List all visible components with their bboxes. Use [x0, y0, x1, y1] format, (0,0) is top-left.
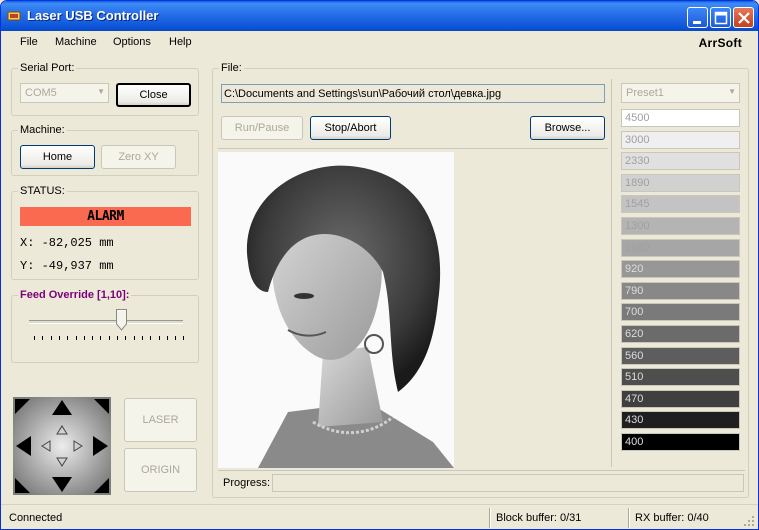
- browse-label: Browse...: [544, 122, 591, 134]
- jog-pad: [13, 397, 111, 495]
- slider-tick: [141, 336, 143, 340]
- serial-port-select[interactable]: COM5 ▼: [20, 83, 109, 103]
- chevron-down-icon: ▼: [97, 87, 105, 96]
- slider-tick: [58, 336, 60, 340]
- power-swatch[interactable]: 430: [621, 411, 740, 430]
- status-separator: [489, 508, 491, 528]
- stop-abort-label: Stop/Abort: [324, 122, 377, 134]
- menu-machine[interactable]: Machine: [55, 36, 97, 48]
- divider: [218, 148, 608, 149]
- feed-slider-thumb[interactable]: [115, 309, 127, 331]
- close-window-button[interactable]: [733, 7, 754, 28]
- run-pause-label: Run/Pause: [234, 122, 290, 134]
- slider-tick: [117, 336, 118, 340]
- file-label: File:: [219, 62, 244, 74]
- slider-tick: [166, 336, 168, 340]
- home-button[interactable]: Home: [20, 145, 95, 169]
- power-swatch[interactable]: 1545: [621, 195, 740, 214]
- power-swatch[interactable]: 1300: [621, 217, 740, 235]
- power-swatch[interactable]: 1080: [621, 238, 740, 257]
- origin-label: ORIGIN: [140, 464, 181, 476]
- feed-slider-track[interactable]: [29, 320, 183, 324]
- x-coordinate: X: -82,025 mm: [20, 236, 114, 250]
- power-swatch[interactable]: 1890: [621, 173, 740, 192]
- preset-value: Preset1: [626, 87, 664, 99]
- feed-override-group: Feed Override [1,10]:: [11, 289, 199, 363]
- slider-tick: [183, 336, 185, 340]
- file-path-field[interactable]: C:\Documents and Settings\sun\Рабочий ст…: [221, 84, 605, 103]
- laser-label: LASER: [142, 414, 179, 426]
- chevron-down-icon: ▼: [728, 87, 736, 96]
- status-separator: [628, 508, 630, 528]
- slider-tick: [92, 336, 94, 340]
- serial-port-label: Serial Port:: [18, 62, 77, 74]
- zero-xy-label: Zero XY: [118, 151, 159, 163]
- close-port-label: Close: [139, 89, 168, 101]
- minimize-button[interactable]: [687, 7, 708, 28]
- browse-button[interactable]: Browse...: [530, 116, 605, 140]
- progress-label: Progress:: [223, 477, 271, 489]
- block-buffer-status: Block buffer: 0/31: [496, 512, 582, 524]
- serial-port-value: COM5: [25, 87, 57, 99]
- close-icon: [738, 12, 750, 24]
- app-window: Laser USB Controller File Machine Option…: [0, 0, 759, 530]
- power-swatch[interactable]: 700: [621, 303, 740, 322]
- power-swatch[interactable]: 3000: [621, 130, 740, 149]
- menu-help[interactable]: Help: [169, 36, 192, 48]
- power-swatch[interactable]: 560: [621, 346, 740, 365]
- slider-tick: [100, 336, 102, 340]
- laser-button[interactable]: LASER: [124, 398, 197, 442]
- status-label: STATUS:: [18, 185, 67, 197]
- zero-xy-button[interactable]: Zero XY: [101, 145, 176, 169]
- power-swatch[interactable]: 400: [621, 433, 740, 451]
- slider-tick: [34, 336, 35, 340]
- window-title: Laser USB Controller: [27, 8, 159, 23]
- brand-label: ArrSoft: [698, 36, 742, 50]
- minimize-icon: [693, 21, 701, 24]
- slider-tick: [175, 336, 177, 340]
- app-icon: [7, 11, 21, 21]
- y-coordinate: Y: -49,937 mm: [20, 259, 114, 273]
- slider-tick: [42, 336, 44, 340]
- power-swatch[interactable]: 620: [621, 325, 740, 343]
- power-swatch[interactable]: 920: [621, 260, 740, 279]
- divider: [218, 470, 745, 471]
- title-bar[interactable]: Laser USB Controller: [1, 1, 758, 31]
- power-swatch[interactable]: 2330: [621, 152, 740, 171]
- rx-buffer-status: RX buffer: 0/40: [635, 512, 709, 524]
- stop-abort-button[interactable]: Stop/Abort: [310, 116, 391, 140]
- home-label: Home: [42, 151, 73, 163]
- slider-tick: [125, 336, 127, 340]
- close-port-button[interactable]: Close: [116, 83, 191, 107]
- menu-options[interactable]: Options: [113, 36, 151, 48]
- divider: [611, 79, 612, 467]
- slider-tick: [150, 336, 152, 340]
- image-preview: [218, 152, 454, 468]
- slider-tick: [50, 336, 52, 340]
- machine-label: Machine:: [18, 124, 67, 136]
- slider-tick: [83, 336, 85, 340]
- menu-bar: File Machine Options Help ArrSoft: [1, 31, 758, 53]
- power-swatch[interactable]: 790: [621, 281, 740, 300]
- menu-file[interactable]: File: [20, 36, 38, 48]
- slider-tick: [108, 336, 110, 340]
- connection-status: Connected: [9, 512, 63, 524]
- slider-tick: [75, 336, 77, 340]
- slider-tick: [158, 336, 160, 340]
- run-pause-button[interactable]: Run/Pause: [221, 116, 303, 140]
- slider-tick: [133, 336, 135, 340]
- origin-button[interactable]: ORIGIN: [124, 448, 197, 492]
- power-swatch[interactable]: 4500: [621, 109, 740, 127]
- power-swatch[interactable]: 510: [621, 368, 740, 387]
- maximize-button[interactable]: [710, 7, 731, 28]
- maximize-icon: [714, 11, 728, 25]
- resize-grip-icon[interactable]: [743, 515, 755, 527]
- status-bar: Connected Block buffer: 0/31 RX buffer: …: [1, 504, 758, 529]
- feed-override-label: Feed Override [1,10]:: [18, 289, 132, 301]
- preset-select[interactable]: Preset1 ▼: [621, 83, 740, 103]
- alarm-indicator: ALARM: [20, 207, 191, 226]
- progress-bar: [272, 474, 744, 492]
- slider-tick: [67, 336, 69, 340]
- power-swatch[interactable]: 470: [621, 389, 740, 408]
